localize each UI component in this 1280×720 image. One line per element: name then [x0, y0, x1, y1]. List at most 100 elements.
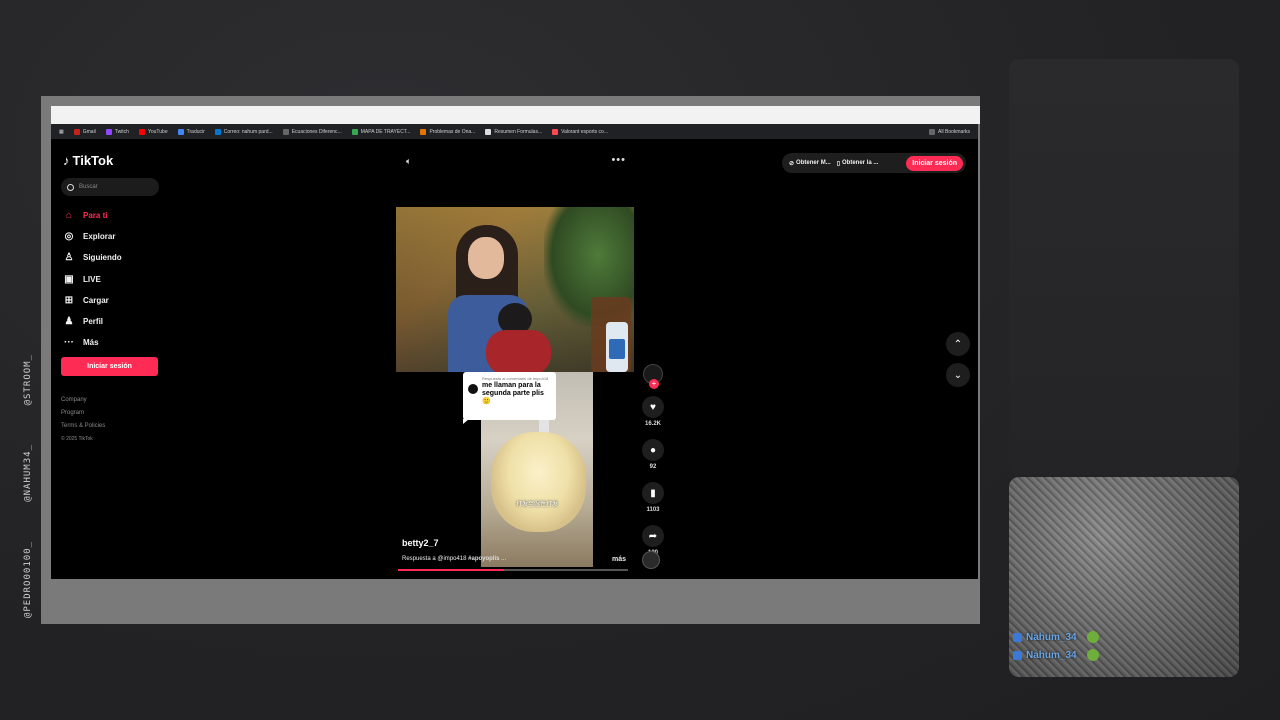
mail-icon: [214, 128, 221, 135]
footer-link-company[interactable]: Company: [61, 397, 105, 410]
compass-icon: ◎: [64, 231, 74, 243]
apps-icon[interactable]: ▦: [59, 129, 64, 135]
sidebar-item-perfil[interactable]: ♟ Perfil: [63, 311, 173, 332]
footer-link-program[interactable]: Program: [61, 410, 105, 423]
bookmark-valorant[interactable]: Valorant esports co...: [552, 128, 608, 135]
sidebar-item-cargar[interactable]: ⊞ Cargar: [63, 290, 173, 311]
get-app-button[interactable]: ⊘ Obtener M...: [789, 160, 831, 167]
live-icon: ▣: [64, 273, 74, 285]
youtube-icon: [138, 128, 145, 135]
music-disc-icon[interactable]: [642, 551, 660, 569]
bookmark-ecuaciones[interactable]: Ecuaciones Diferenc...: [282, 128, 342, 135]
sidebar-item-live[interactable]: ▣ LIVE: [63, 269, 173, 290]
get-desktop-button[interactable]: ▯ Obtener la ...: [837, 160, 879, 167]
sidebar-nav: ⌂ Para ti ◎ Explorar ♙ Siguiendo ▣ LIVE …: [63, 205, 173, 353]
doc-icon: [282, 128, 289, 135]
comment-icon[interactable]: ●: [642, 439, 664, 461]
comment-action: ● 92: [639, 439, 667, 470]
comment-text: me llaman para la segunda parte plis 🙂: [482, 382, 544, 405]
handle-nahum: @NAHUM34_: [23, 444, 33, 503]
emote-icon: [1086, 631, 1099, 643]
bookmark-traducir[interactable]: Traducir: [177, 128, 205, 135]
browser-tabstrip: [51, 106, 980, 124]
twitch-icon: [105, 128, 112, 135]
sidebar-item-explorar[interactable]: ◎ Explorar: [63, 226, 173, 247]
upload-icon: ⊞: [64, 294, 74, 306]
profile-icon: ♟: [64, 316, 74, 328]
app-icon: ⊘: [789, 160, 795, 167]
translate-icon: [177, 128, 184, 135]
folder-icon: [929, 128, 936, 135]
video-actions: + ♥ 16.2K ● 92 ▮ 1103 ➦ 120: [639, 364, 667, 569]
chat-badge-icon: [1013, 650, 1022, 660]
caption-more-button[interactable]: más: [612, 556, 626, 563]
emote-icon: [1086, 649, 1099, 661]
share-icon[interactable]: ➦: [642, 525, 664, 547]
github-icon: [485, 128, 492, 135]
sidebar-item-mas[interactable]: ··· Más: [63, 332, 173, 353]
bookmark-youtube[interactable]: YouTube: [138, 128, 168, 135]
heart-icon[interactable]: ♥: [642, 396, 664, 418]
bookmark-correo[interactable]: Correo: nahum pard...: [214, 128, 273, 135]
reply-comment-card: Respuesta al comentario de impo418 me ll…: [463, 372, 556, 424]
comment-count: 92: [649, 464, 657, 470]
bookmarks-bar: ▦ Gmail Twitch YouTube Traducir Correo: …: [51, 124, 978, 139]
header-login-button[interactable]: Iniciar sesión: [906, 155, 963, 171]
more-icon: ···: [64, 337, 74, 349]
sidebar-item-para-ti[interactable]: ⌂ Para ti: [63, 205, 173, 226]
bookmark-gmail[interactable]: Gmail: [73, 128, 96, 135]
feed-navigation: ⌃ ⌄: [946, 332, 970, 394]
sidebar-item-siguiendo[interactable]: ♙ Siguiendo: [63, 247, 173, 268]
stream-chat: Nahum_34 Nahum_34: [1013, 628, 1213, 664]
follow-plus-icon[interactable]: +: [649, 379, 659, 389]
header-actions: ⊘ Obtener M... ▯ Obtener la ... Iniciar …: [782, 153, 966, 173]
home-icon: ⌂: [65, 210, 73, 222]
more-options-icon[interactable]: •••: [611, 154, 626, 166]
video-person: [448, 225, 551, 372]
tiktok-logo[interactable]: ♪ TikTok: [63, 153, 113, 168]
creator-avatar[interactable]: +: [643, 364, 663, 389]
streamer-handles: @STROOM_ @NAHUM34_ @PEDRO00100_: [20, 354, 36, 618]
video-progress-fill: [398, 569, 504, 571]
bookmark-resumen[interactable]: Resumen Formulas...: [485, 128, 542, 135]
comment-meta: Respuesta al comentario de impo418: [482, 376, 549, 381]
footer-link-terms[interactable]: Terms & Policies: [61, 423, 105, 436]
following-icon: ♙: [64, 252, 74, 264]
chat-message: Nahum_34: [1013, 628, 1213, 646]
like-count: 16.2K: [644, 421, 661, 427]
mixing-bowl: [491, 432, 586, 532]
bookmark-problemas[interactable]: Problemas de Ona...: [420, 128, 475, 135]
chat-message: Nahum_34: [1013, 646, 1213, 664]
volume-icon[interactable]: 🔈︎: [406, 156, 411, 167]
doc-icon: [420, 128, 427, 135]
commenter-avatar: [468, 384, 478, 394]
bookmark-icon[interactable]: ▮: [642, 482, 664, 504]
all-bookmarks[interactable]: All Bookmarks: [929, 128, 978, 135]
save-action: ▮ 1103: [639, 482, 667, 513]
chevron-down-icon[interactable]: ⌄: [946, 363, 970, 387]
video-progress-bar[interactable]: [398, 569, 628, 571]
video-author[interactable]: betty2_7: [402, 538, 439, 548]
valorant-icon: [552, 128, 559, 135]
chat-username: Nahum_34: [1026, 649, 1077, 661]
gmail-icon: [73, 128, 80, 135]
search-input[interactable]: Buscar: [61, 178, 159, 196]
map-icon: [351, 128, 358, 135]
bookmark-twitch[interactable]: Twitch: [105, 128, 129, 135]
hashtag-link[interactable]: #apoyoplis: [468, 556, 499, 562]
login-button[interactable]: Iniciar sesión: [61, 357, 158, 376]
chat-badge-icon: [1013, 632, 1022, 642]
video-caption: Respuesta a @impo418 #apoyoplis ...: [402, 556, 507, 562]
footer-copyright: © 2025 TikTok: [61, 436, 93, 442]
tiktok-page: ♪ TikTok Buscar ⌂ Para ti ◎ Explorar ♙ S…: [51, 139, 978, 579]
video-frame-top: [396, 207, 634, 372]
bookmark-mapa[interactable]: MAPA DE TRAYECT...: [351, 128, 410, 135]
save-count: 1103: [646, 507, 660, 513]
desktop-icon: ▯: [836, 160, 841, 167]
stream-side-panel: [1009, 59, 1239, 475]
chevron-up-icon[interactable]: ⌃: [946, 332, 970, 356]
sidebar-footer: Company Program Terms & Policies © 2025 …: [61, 397, 105, 449]
search-placeholder: Buscar: [79, 184, 98, 190]
handle-pedro: @PEDRO00100_: [23, 540, 33, 618]
video-player[interactable]: 打发至湿性打发 Respuesta al comentario de impo4…: [396, 207, 634, 571]
